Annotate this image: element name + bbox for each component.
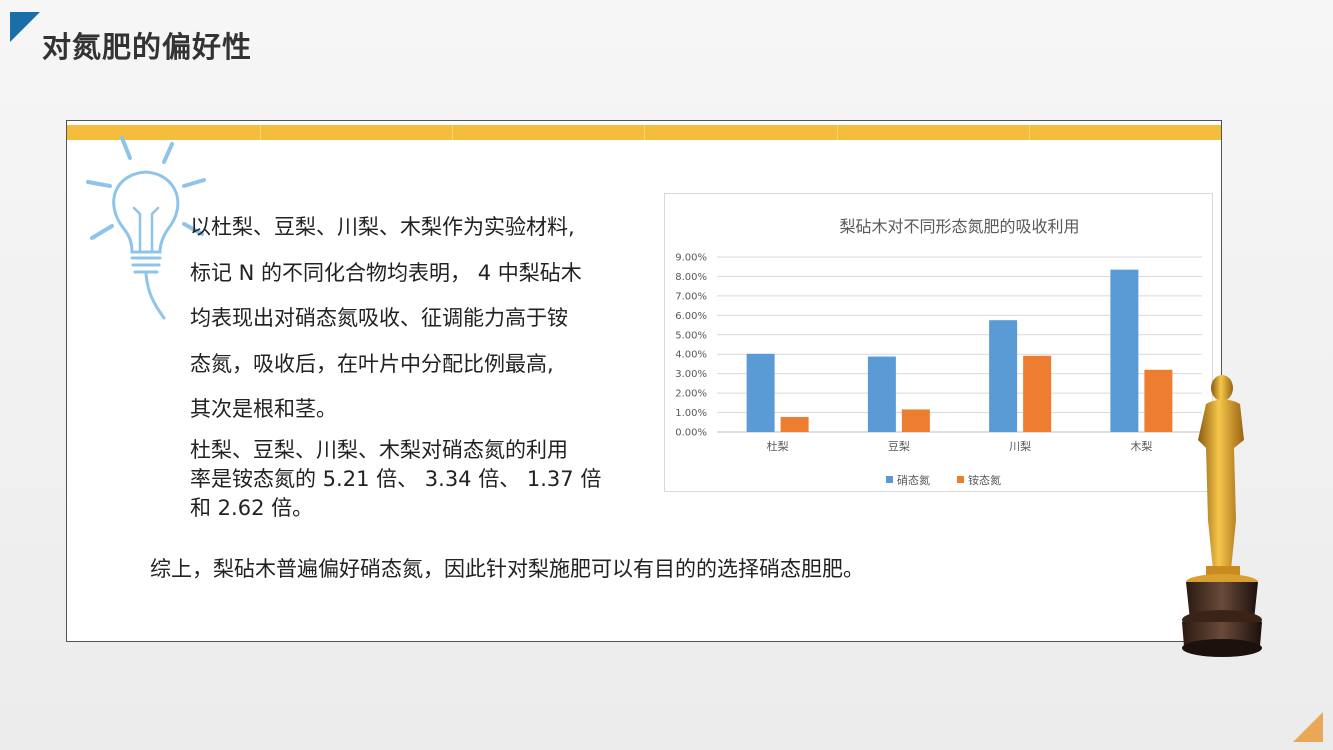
legend-label: 铵态氮: [968, 473, 1001, 487]
y-tick-label: 9.00%: [675, 253, 707, 264]
legend-swatch: [957, 476, 964, 483]
corner-decoration: [1293, 712, 1323, 742]
legend-swatch: [886, 476, 893, 483]
bar-ammonium: [780, 417, 809, 432]
y-tick-label: 0.00%: [675, 428, 707, 439]
y-tick-label: 7.00%: [675, 291, 707, 302]
text-line: 率是铵态氮的 5.21 倍、 3.34 倍、 1.37 倍: [190, 467, 602, 491]
bar-ammonium: [901, 409, 930, 432]
y-tick-label: 5.00%: [675, 330, 707, 341]
y-tick-label: 8.00%: [675, 272, 707, 283]
trophy-statue-image: [1182, 375, 1262, 657]
y-tick-label: 3.00%: [675, 369, 707, 380]
text-line: 其次是根和茎。: [190, 397, 337, 421]
y-tick-label: 2.00%: [675, 389, 707, 400]
bar-nitrate: [746, 353, 775, 432]
bar-nitrate: [989, 320, 1018, 432]
text-line: 杜梨、豆梨、川梨、木梨对硝态氮的利用: [190, 438, 568, 462]
x-category-label: 川梨: [1009, 439, 1031, 453]
chart-canvas: 梨砧木对不同形态氮肥的吸收利用 0.00% 1.00% 2.00% 3.00% 4.00%…: [675, 217, 1202, 487]
text-line: 和 2.62 倍。: [190, 496, 314, 520]
bar-ammonium: [1023, 355, 1052, 432]
bar-nitrate: [867, 356, 896, 432]
x-category-label: 豆梨: [888, 439, 910, 453]
text-line: 以杜梨、豆梨、川梨、木梨作为实验材料,: [190, 215, 575, 239]
bar-ammonium: [1144, 369, 1173, 432]
page-title: 对氮肥的偏好性: [42, 30, 253, 64]
panel-accent-bar: [67, 125, 1221, 140]
y-tick-label: 4.00%: [675, 350, 707, 361]
text-line: 标记 N 的不同化合物均表明， 4 中梨砧木: [190, 260, 582, 285]
y-tick-label: 1.00%: [675, 408, 707, 419]
corner-decoration: [10, 12, 40, 42]
bar-chart: 梨砧木对不同形态氮肥的吸收利用 0.00% 1.00% 2.00% 3.00% 4.00%…: [664, 193, 1213, 492]
summary-text: 综上，梨砧木普遍偏好硝态氮，因此针对梨施肥可以有目的的选择硝态胆肥。: [150, 557, 864, 581]
y-tick-label: 6.00%: [675, 311, 707, 322]
text-line: 均表现出对硝态氮吸收、征调能力高于铵: [190, 306, 568, 330]
x-category-label: 木梨: [1130, 439, 1152, 453]
paragraph-2: 杜梨、豆梨、川梨、木梨对硝态氮的利用 率是铵态氮的 5.21 倍、 3.34 倍…: [190, 436, 650, 523]
legend-label: 硝态氮: [897, 473, 930, 487]
paragraph-1: 以杜梨、豆梨、川梨、木梨作为实验材料, 标记 N 的不同化合物均表明， 4 中梨…: [190, 205, 650, 433]
text-line: 态氮，吸收后，在叶片中分配比例最高,: [190, 351, 554, 376]
x-category-label: 杜梨: [767, 439, 789, 453]
bar-nitrate: [1110, 269, 1139, 432]
chart-title: 梨砧木对不同形态氮肥的吸收利用: [839, 217, 1079, 236]
